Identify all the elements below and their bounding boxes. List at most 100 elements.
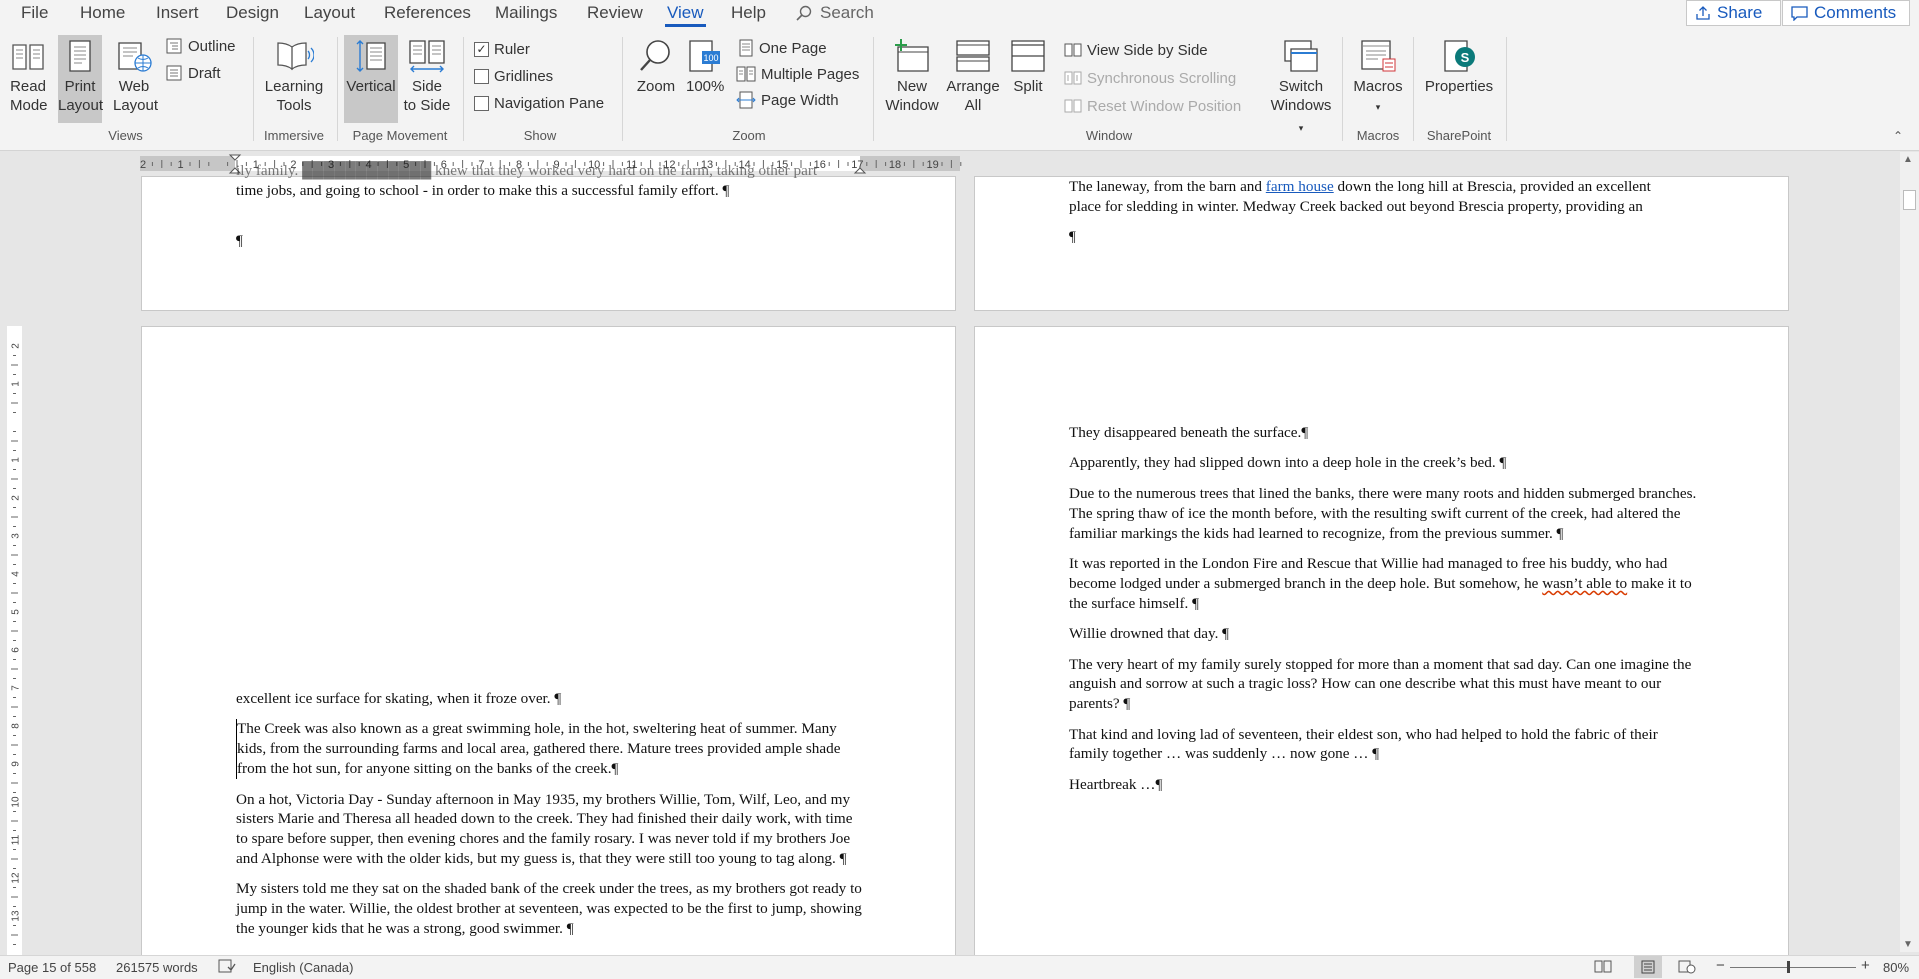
tab-layout[interactable]: Layout [304,2,355,24]
tab-references[interactable]: References [384,2,471,24]
print-layout-view-icon[interactable] [1634,956,1662,978]
svg-text:S: S [1461,50,1470,65]
side-to-side-button[interactable]: Side to Side [402,35,452,115]
read-mode-button[interactable]: Read Mode [10,35,48,115]
macros-icon [1361,40,1396,72]
tab-view[interactable]: View [665,2,706,27]
paragraph: That kind and loving lad of seventeen, t… [1069,725,1658,763]
zoom-slider-thumb[interactable] [1786,961,1790,973]
page-text[interactable]: The laneway, from the barn and farm hous… [1069,177,1709,246]
text-line: time jobs, and going to school - in orde… [236,181,730,199]
separator [253,37,254,141]
page-top-right: The laneway, from the barn and farm hous… [974,176,1789,311]
macros-button[interactable]: Macros ▾ [1352,35,1404,117]
page-movement-group: Vertical Side to Side Page Movement [338,35,462,147]
spell-link: farm house [1265,178,1334,195]
properties-button[interactable]: S Properties [1424,35,1494,96]
menu-bar: File Home Insert Design Layout Reference… [0,0,1919,27]
scroll-up-arrow-icon[interactable]: ▲ [1903,154,1913,165]
page-bottom-right: They disappeared beneath the surface.¶ A… [974,326,1789,956]
word-count[interactable]: 261575 words [116,960,198,975]
synchronous-scrolling-button[interactable]: Synchronous Scrolling [1064,67,1236,89]
page-width-button[interactable]: Page Width [736,89,839,111]
ruler-number: 5 [11,609,22,615]
vertical-scroll-icon [356,40,386,72]
zoom-button[interactable]: Zoom [633,35,679,96]
view-side-by-side-button[interactable]: View Side by Side [1064,39,1208,61]
print-layout-button[interactable]: Print Layout [58,35,103,123]
comments-label: Comments [1814,3,1897,22]
ruler-number: 1 [11,381,22,387]
new-window-icon [895,39,929,72]
paragraph: Heartbreak …¶ [1069,775,1163,793]
arrange-all-button[interactable]: Arrange All [945,35,1001,115]
read-mode-icon [12,44,44,70]
switch-windows-button[interactable]: Switch Windows ▾ [1268,35,1334,138]
draft-button[interactable]: Draft [165,62,221,84]
tab-file[interactable]: File [21,2,48,24]
search-label: Search [820,3,874,22]
gridlines-checkbox[interactable]: Gridlines [474,65,553,87]
show-group-label: Show [523,128,557,143]
zoom-in-icon[interactable]: + [1861,957,1870,974]
ruler-number: 18 [889,159,901,171]
reset-window-icon [1064,99,1082,113]
ribbon: Read Mode Print Layout Web Layout Outline D… [0,27,1919,151]
paragraph: On a hot, Victoria Day - Sunday afternoo… [236,790,853,867]
vertical-scrollbar[interactable]: ▲ ▼ [1900,152,1919,952]
tell-me-search[interactable]: Search [796,2,874,24]
scroll-thumb[interactable] [1903,190,1916,210]
zoom-out-icon[interactable]: − [1716,957,1725,974]
vertical-button[interactable]: Vertical [344,35,398,123]
share-label: Share [1717,3,1763,22]
separator [1342,37,1343,141]
text-line: The laneway, from the barn and farm hous… [1069,178,1651,195]
multiple-pages-button[interactable]: Multiple Pages [736,63,859,85]
tab-review[interactable]: Review [587,2,643,24]
ruler-number: 4 [11,571,22,577]
web-layout-view-icon[interactable] [1678,959,1696,977]
one-page-button[interactable]: One Page [738,37,827,59]
share-button[interactable]: Share [1686,0,1781,26]
page-movement-group-label: Page Movement [352,128,448,143]
outline-icon [166,38,182,54]
reset-window-position-button[interactable]: Reset Window Position [1064,95,1241,117]
paragraph: excellent ice surface for skating, when … [236,690,562,707]
zoom-level[interactable]: 80% [1883,960,1909,975]
separator [873,37,874,141]
page-text[interactable]: excellent ice surface for skating, when … [236,689,866,950]
tab-mailings[interactable]: Mailings [495,2,557,24]
comment-icon [1791,5,1808,21]
page-text[interactable]: They disappeared beneath the surface.¶ A… [1069,423,1699,805]
ruler-checkbox[interactable]: ✓ Ruler [474,38,530,60]
read-mode-view-icon[interactable] [1594,959,1612,977]
language[interactable]: English (Canada) [253,960,353,975]
macros-group-label: Macros [1356,128,1400,143]
zoom-slider[interactable] [1730,961,1856,973]
ruler-number: 6 [11,647,22,653]
vertical-ruler-ticks: 2112345678910111213 [11,343,22,945]
outline-button[interactable]: Outline [165,35,236,57]
tab-home[interactable]: Home [80,2,125,24]
navigation-pane-checkbox[interactable]: Navigation Pane [474,92,604,114]
separator [622,37,623,141]
split-button[interactable]: Split [1006,35,1050,96]
learning-tools-button[interactable]: Learning Tools [264,35,324,115]
split-icon [1011,40,1045,72]
collapse-ribbon-icon[interactable]: ⌃ [1893,129,1903,143]
status-bar: Page 15 of 558 261575 words English (Can… [0,955,1919,979]
web-layout-button[interactable]: Web Layout [113,35,158,115]
page-count[interactable]: Page 15 of 558 [8,960,96,975]
zoom-100-button[interactable]: 100 100% [686,35,724,96]
tab-design[interactable]: Design [226,2,279,24]
paragraph: My sisters told me they sat on the shade… [236,880,862,938]
new-window-button[interactable]: New Window [884,35,940,115]
comments-button[interactable]: Comments [1782,0,1910,26]
vertical-ruler: 2 1 1 2 3 4 5 6 7 8 9 10 11 12 13 [7,326,22,956]
tab-insert[interactable]: Insert [156,2,199,24]
tab-help[interactable]: Help [731,2,766,24]
separator [463,37,464,141]
proofing-icon[interactable] [218,959,236,976]
page-text[interactable]: ily family. ████████████ knew that they … [236,161,866,250]
scroll-down-arrow-icon[interactable]: ▼ [1903,939,1913,950]
